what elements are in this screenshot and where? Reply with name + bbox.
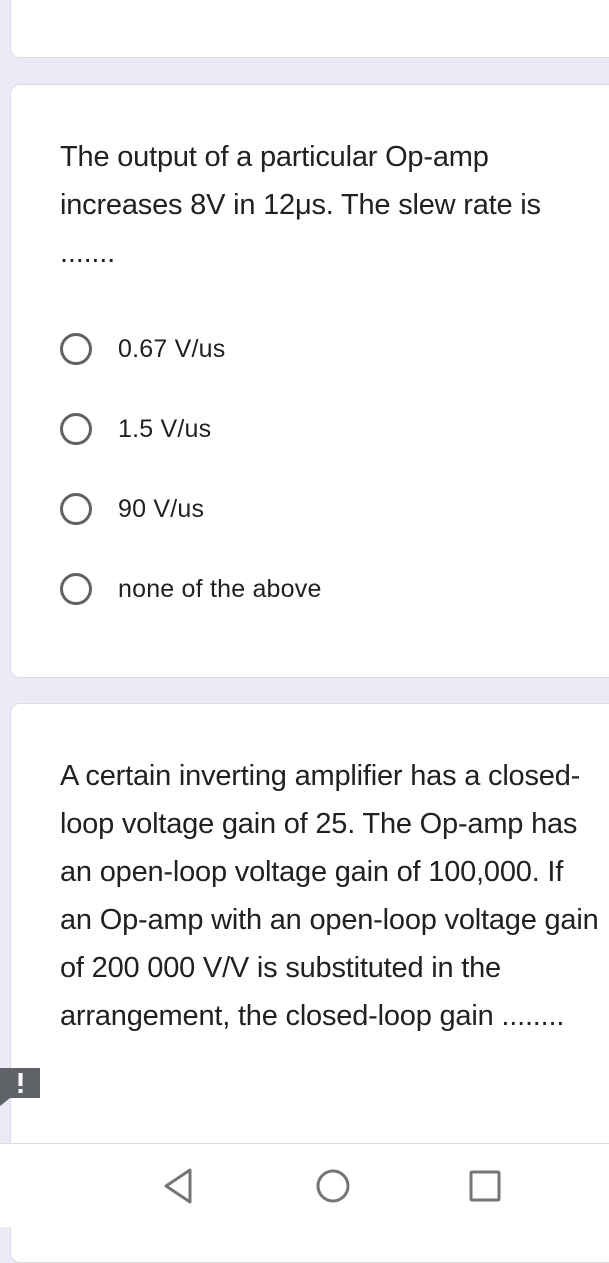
option-1-5-vus[interactable]: 1.5 V/us (60, 409, 211, 449)
home-circle-icon[interactable] (313, 1166, 353, 1206)
option-label: 90 V/us (118, 494, 205, 523)
option-label: 0.67 V/us (118, 334, 226, 363)
back-triangle-icon[interactable] (160, 1166, 200, 1206)
report-feedback-icon[interactable] (0, 1066, 42, 1106)
radio-button[interactable] (60, 413, 92, 445)
system-navigation-bar (0, 1143, 609, 1227)
option-label: none of the above (118, 574, 322, 603)
option-none-of-the-above[interactable]: none of the above (60, 569, 322, 609)
question-card-1: The output of a particular Op-amp increa… (10, 84, 609, 678)
option-0-67-vus[interactable]: 0.67 V/us (60, 329, 225, 369)
question-text-2: A certain inverting amplifier has a clos… (60, 760, 599, 1032)
question-text-1: The output of a particular Op-amp increa… (60, 141, 541, 269)
radio-button[interactable] (60, 573, 92, 605)
radio-button[interactable] (60, 333, 92, 365)
previous-question-card (10, 0, 609, 58)
option-90-vus[interactable]: 90 V/us (60, 489, 204, 529)
option-label: 1.5 V/us (118, 414, 212, 443)
radio-button[interactable] (60, 493, 92, 525)
recents-square-icon[interactable] (465, 1166, 505, 1206)
